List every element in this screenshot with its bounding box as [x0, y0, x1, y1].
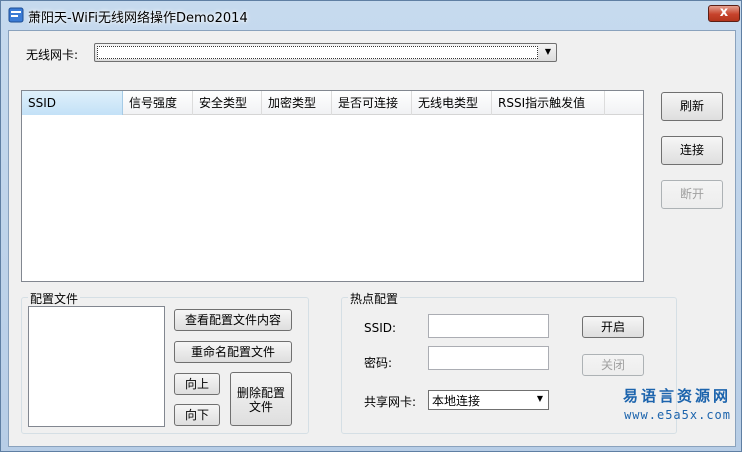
connect-button[interactable]: 连接 [661, 136, 723, 165]
move-up-button[interactable]: 向上 [174, 373, 220, 395]
column-security-type[interactable]: 安全类型 [193, 91, 262, 115]
title-bar[interactable]: 萧阳天-WiFi无线网络操作Demo2014 x [1, 1, 741, 29]
column-connectable[interactable]: 是否可连接 [332, 91, 412, 115]
column-encryption-type[interactable]: 加密类型 [262, 91, 332, 115]
ssid-label: SSID: [364, 321, 397, 335]
share-adapter-label: 共享网卡: [364, 395, 417, 409]
network-list[interactable]: SSID 信号强度 安全类型 加密类型 是否可连接 无线电类型 RSSI指示触发… [21, 90, 644, 282]
password-label: 密码: [364, 356, 393, 370]
refresh-button[interactable]: 刷新 [661, 92, 723, 121]
column-radio-type[interactable]: 无线电类型 [412, 91, 492, 115]
window-title: 萧阳天-WiFi无线网络操作Demo2014 [28, 11, 248, 26]
watermark-cn: 易语言资源网 [622, 387, 731, 405]
adapter-label: 无线网卡: [26, 48, 79, 62]
view-profile-button[interactable]: 查看配置文件内容 [174, 309, 292, 331]
app-icon [8, 7, 24, 23]
main-window: 萧阳天-WiFi无线网络操作Demo2014 x 无线网卡: ▼ SSID 信号… [0, 0, 742, 452]
chevron-down-icon[interactable]: ▼ [532, 391, 548, 409]
close-icon: x [719, 5, 729, 20]
delete-profile-label-line1: 删除配置 [236, 386, 285, 400]
password-input[interactable] [428, 346, 549, 370]
share-adapter-selected: 本地连接 [432, 394, 481, 408]
share-adapter-select[interactable]: 本地连接 ▼ [428, 390, 549, 410]
rename-profile-button[interactable]: 重命名配置文件 [174, 341, 292, 363]
watermark-en: www.e5a5x.com [624, 408, 731, 422]
move-down-button[interactable]: 向下 [174, 404, 220, 426]
profiles-group-title: 配置文件 [28, 290, 81, 307]
disconnect-button[interactable]: 断开 [661, 180, 723, 209]
column-signal-strength[interactable]: 信号强度 [123, 91, 193, 115]
chevron-down-icon[interactable]: ▼ [540, 44, 556, 61]
hotspot-group-title: 热点配置 [348, 290, 401, 307]
adapter-select[interactable]: ▼ [94, 43, 557, 62]
profiles-listbox[interactable] [28, 306, 165, 427]
watermark: 易语言资源网 www.e5a5x.com [621, 385, 731, 422]
close-button[interactable]: x [708, 5, 740, 22]
start-hotspot-button[interactable]: 开启 [582, 316, 644, 338]
adapter-select-value [97, 46, 538, 59]
column-ssid[interactable]: SSID [22, 91, 123, 115]
delete-profile-button[interactable]: 删除配置 文件 [230, 372, 292, 426]
column-rssi[interactable]: RSSI指示触发值 [492, 91, 605, 115]
ssid-input[interactable] [428, 314, 549, 338]
stop-hotspot-button[interactable]: 关闭 [582, 354, 644, 376]
delete-profile-label-line2: 文件 [248, 400, 273, 414]
network-list-header: SSID 信号强度 安全类型 加密类型 是否可连接 无线电类型 RSSI指示触发… [22, 91, 643, 115]
